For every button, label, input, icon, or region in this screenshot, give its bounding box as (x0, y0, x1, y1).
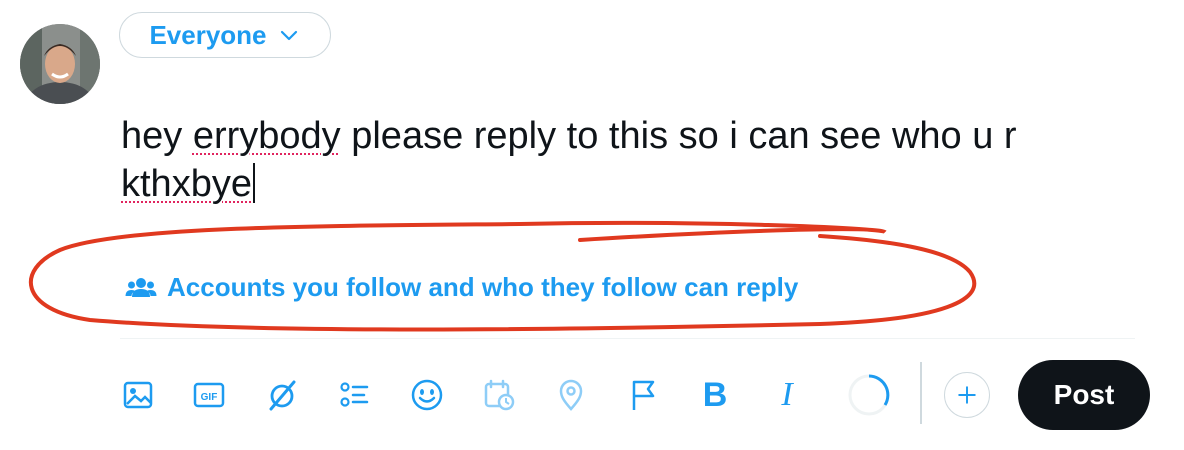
compose-toolbar: GIF B I Post (0, 360, 1184, 430)
flag-button[interactable] (620, 372, 666, 418)
media-button[interactable] (115, 372, 161, 418)
text-cursor (252, 163, 255, 203)
avatar-image (20, 24, 100, 104)
toolbar-separator (920, 362, 922, 424)
people-icon (125, 277, 157, 297)
emoji-icon (411, 379, 443, 411)
gif-button[interactable]: GIF (186, 372, 232, 418)
poll-icon (340, 382, 369, 407)
chevron-down-icon (280, 30, 297, 41)
divider (120, 338, 1135, 339)
avatar[interactable] (20, 24, 100, 104)
schedule-button[interactable] (476, 372, 522, 418)
poll-button[interactable] (331, 372, 377, 418)
bold-icon: B (702, 375, 728, 414)
gif-icon: GIF (193, 382, 225, 408)
grok-button[interactable] (259, 372, 305, 418)
location-icon (559, 379, 583, 411)
post-button[interactable]: Post (1018, 360, 1150, 430)
emoji-button[interactable] (404, 372, 450, 418)
compose-textarea[interactable]: hey errybody please reply to this so i c… (121, 112, 1121, 208)
add-icon (958, 386, 976, 404)
svg-text:GIF: GIF (201, 392, 218, 403)
reply-setting-label: Accounts you follow and who they follow … (167, 272, 799, 302)
italic-button[interactable]: I (764, 372, 810, 418)
location-button[interactable] (548, 372, 594, 418)
compose-text-segment: please reply to this so i can see who u … (340, 115, 1017, 157)
flag-icon (632, 380, 655, 410)
misspelled-word: kthxbye (121, 163, 252, 205)
image-icon (123, 381, 153, 409)
misspelled-word: errybody (192, 115, 341, 157)
italic-icon: I (781, 376, 793, 413)
grok-icon (269, 380, 296, 411)
progress-icon (848, 374, 890, 416)
bold-button[interactable]: B (692, 372, 738, 418)
compose-text-segment: hey (121, 115, 193, 157)
reply-setting-button[interactable]: Accounts you follow and who they follow … (125, 272, 798, 303)
add-post-button[interactable] (944, 372, 990, 418)
audience-label: Everyone (149, 19, 267, 50)
character-progress (846, 372, 892, 418)
schedule-icon (484, 379, 515, 411)
audience-selector-button[interactable]: Everyone (119, 12, 331, 58)
